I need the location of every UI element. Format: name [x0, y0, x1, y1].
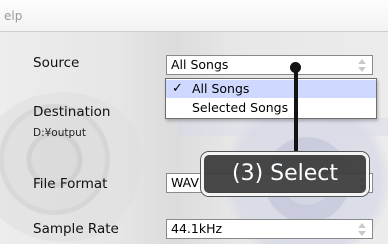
- callout-pointer-line: [294, 66, 298, 152]
- source-dropdown-menu: ✓ All Songs Selected Songs: [165, 78, 377, 119]
- callout-pointer-dot: [290, 62, 301, 73]
- dropdown-option-label: All Songs: [192, 81, 250, 96]
- window-title: elp: [4, 9, 23, 23]
- sample-rate-select[interactable]: 44.1kHz: [166, 219, 373, 239]
- sample-rate-value: 44.1kHz: [171, 221, 223, 236]
- destination-path: D:¥output: [33, 127, 86, 139]
- dropdown-option-selected-songs[interactable]: Selected Songs: [166, 99, 376, 117]
- instruction-callout: (3) Select: [201, 152, 369, 196]
- checkmark-icon: ✓: [172, 81, 183, 96]
- dropdown-option-all-songs[interactable]: ✓ All Songs: [166, 80, 376, 98]
- dropdown-option-label: Selected Songs: [192, 100, 289, 115]
- export-dialog: elp Source All Songs Destination D:¥outp…: [0, 0, 388, 244]
- destination-label: Destination: [33, 104, 111, 120]
- source-select[interactable]: All Songs: [166, 55, 373, 75]
- sample-rate-label: Sample Rate: [33, 221, 119, 237]
- source-label: Source: [33, 55, 80, 71]
- source-select-value: All Songs: [171, 57, 229, 72]
- background-strip-art: [178, 118, 388, 136]
- file-format-value: WAV: [171, 175, 199, 190]
- select-arrows-icon: [358, 59, 367, 72]
- select-arrows-icon: [358, 223, 367, 236]
- title-bar: elp: [0, 0, 388, 32]
- file-format-label: File Format: [33, 176, 108, 192]
